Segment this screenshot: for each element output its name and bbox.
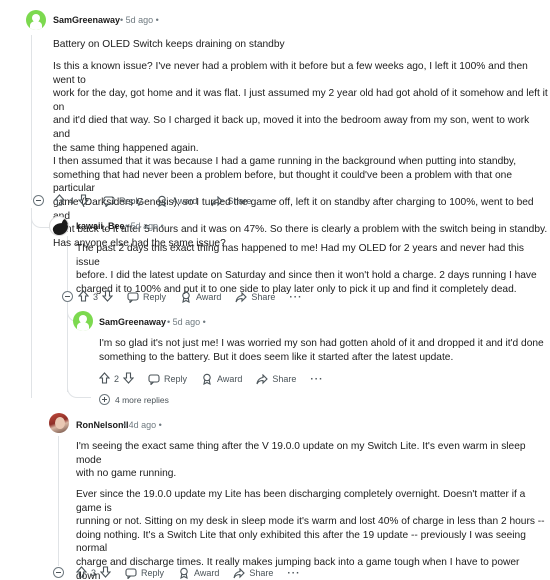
award-button[interactable]: Award [201, 373, 242, 385]
share-button[interactable]: Share [256, 373, 296, 385]
upvote-icon[interactable] [77, 290, 90, 304]
comment-actions: 3 Reply Award Share ··· [75, 566, 300, 580]
reply-icon [127, 291, 139, 303]
upvote-icon[interactable] [53, 194, 66, 208]
collapse-thread-button[interactable] [53, 567, 64, 578]
vote-group: 3 [77, 290, 114, 304]
comment-actions: 2 Reply Award Share ··· [98, 372, 323, 386]
award-icon [180, 567, 188, 579]
award-button[interactable]: Award [180, 291, 221, 303]
comment-title: Battery on OLED Switch keeps draining on… [53, 39, 285, 50]
downvote-icon[interactable] [122, 372, 135, 386]
more-options-icon[interactable]: ··· [265, 196, 278, 207]
comment-timestamp: • 4d ago • [123, 420, 162, 430]
award-icon [182, 291, 190, 303]
upvote-icon[interactable] [98, 372, 111, 386]
more-options-icon[interactable]: ··· [289, 292, 302, 303]
downvote-icon[interactable] [99, 566, 112, 580]
vote-count: 3 [93, 292, 99, 302]
downvote-icon[interactable] [77, 194, 90, 208]
avatar[interactable] [49, 413, 69, 433]
share-button[interactable]: Share [233, 567, 273, 579]
share-icon [211, 195, 224, 206]
upvote-icon[interactable] [75, 566, 88, 580]
thread-line-main [31, 35, 32, 200]
reply-button[interactable]: Reply [125, 567, 164, 579]
avatar[interactable] [49, 216, 69, 236]
thread-line-ron [58, 436, 59, 566]
comment-timestamp: • 5d ago • [120, 15, 159, 25]
vote-group: 4 [53, 194, 90, 208]
reply-button[interactable]: Reply [148, 373, 187, 385]
award-icon [203, 373, 211, 385]
collapse-thread-button[interactable] [62, 291, 73, 302]
comment-author[interactable]: SamGreenaway [53, 15, 120, 25]
comment-author[interactable]: RonNelsonII [76, 420, 129, 430]
comment-body: I'm so glad it's not just me! I was worr… [99, 338, 544, 363]
downvote-icon[interactable] [101, 290, 114, 304]
share-button[interactable]: Share [211, 195, 251, 207]
reply-icon [148, 373, 160, 385]
more-options-icon[interactable]: ··· [287, 568, 300, 579]
share-icon [235, 291, 248, 302]
award-button[interactable]: Award [156, 195, 197, 207]
share-icon [256, 373, 269, 384]
vote-count: 2 [114, 374, 120, 384]
reply-button[interactable]: Reply [103, 195, 142, 207]
comment-body: The past 2 days this exact thing has hap… [76, 243, 537, 295]
comment-timestamp: • 5d ago • [167, 317, 206, 327]
comment-actions: 3 Reply Award Share ··· [77, 290, 302, 304]
thread-line-main-2 [31, 208, 32, 398]
vote-group: 2 [98, 372, 135, 386]
share-icon [233, 567, 246, 578]
reply-icon [103, 195, 115, 207]
comment-body: I'm seeing the exact same thing after th… [76, 441, 526, 480]
share-button[interactable]: Share [235, 291, 275, 303]
vote-count: 3 [91, 568, 97, 578]
comment-author[interactable]: kawaii_Bee [76, 221, 125, 231]
thread-branch-more [67, 388, 91, 398]
vote-group: 3 [75, 566, 112, 580]
comment-author[interactable]: SamGreenaway [99, 317, 166, 327]
comment-actions: 4 Reply Award Share ··· [53, 194, 278, 208]
reply-button[interactable]: Reply [127, 291, 166, 303]
award-button[interactable]: Award [178, 567, 219, 579]
expand-replies-button[interactable] [99, 394, 110, 405]
avatar[interactable] [73, 311, 93, 331]
collapse-thread-button[interactable] [33, 195, 44, 206]
avatar[interactable] [26, 10, 46, 30]
more-options-icon[interactable]: ··· [310, 374, 323, 385]
award-icon [158, 195, 166, 207]
comment-timestamp: • 5d ago • [125, 221, 164, 231]
reply-icon [125, 567, 137, 579]
more-replies-link[interactable]: 4 more replies [115, 395, 169, 405]
vote-count: 4 [69, 196, 75, 206]
